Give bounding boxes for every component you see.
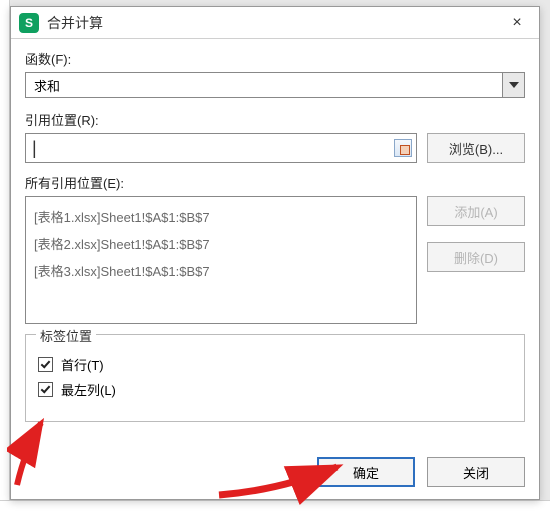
reference-input[interactable]	[37, 134, 394, 162]
ok-button[interactable]: 确定	[317, 457, 415, 487]
app-icon: S	[19, 13, 39, 33]
checkmark-icon	[41, 358, 51, 368]
reference-label: 引用位置(R):	[25, 110, 525, 129]
add-button[interactable]: 添加(A)	[427, 196, 525, 226]
titlebar: S 合并计算 ×	[11, 7, 539, 39]
dialog-title: 合并计算	[47, 13, 503, 33]
list-item[interactable]: [表格1.xlsx]Sheet1!$A$1:$B$7	[34, 203, 408, 230]
label-position-fieldset: 标签位置 首行(T) 最左列(L)	[25, 334, 525, 422]
all-refs-label: 所有引用位置(E):	[25, 173, 525, 192]
top-row-label: 首行(T)	[61, 355, 104, 374]
grid-edge-left	[0, 0, 10, 513]
list-item[interactable]: [表格2.xlsx]Sheet1!$A$1:$B$7	[34, 230, 408, 257]
grid-edge-bottom	[0, 500, 550, 513]
function-label: 函数(F):	[25, 49, 525, 68]
function-select[interactable]: 求和	[25, 72, 525, 98]
left-col-label: 最左列(L)	[61, 380, 116, 399]
browse-button[interactable]: 浏览(B)...	[427, 133, 525, 163]
dialog-body: 函数(F): 求和 引用位置(R): | 浏览(B)... 所有引用位置(E):…	[11, 39, 539, 422]
reference-listbox[interactable]: [表格1.xlsx]Sheet1!$A$1:$B$7 [表格2.xlsx]She…	[25, 196, 417, 324]
left-col-checkbox-row[interactable]: 最左列(L)	[38, 380, 512, 399]
reference-input-wrap: |	[25, 133, 417, 163]
range-picker-icon[interactable]	[394, 139, 412, 157]
top-row-checkbox-row[interactable]: 首行(T)	[38, 355, 512, 374]
checkmark-icon	[41, 383, 51, 393]
top-row-checkbox[interactable]	[38, 357, 53, 372]
function-select-value: 求和	[34, 76, 60, 95]
annotation-arrow-checkbox	[7, 415, 67, 495]
delete-button[interactable]: 删除(D)	[427, 242, 525, 272]
list-item[interactable]: [表格3.xlsx]Sheet1!$A$1:$B$7	[34, 257, 408, 284]
close-icon[interactable]: ×	[503, 11, 531, 35]
close-button[interactable]: 关闭	[427, 457, 525, 487]
left-col-checkbox[interactable]	[38, 382, 53, 397]
consolidate-dialog: S 合并计算 × 函数(F): 求和 引用位置(R): | 浏览(B)... 所…	[10, 6, 540, 500]
dialog-footer: 确定 关闭	[317, 457, 525, 487]
label-position-legend: 标签位置	[36, 326, 96, 345]
caret-down-icon[interactable]	[502, 73, 524, 97]
